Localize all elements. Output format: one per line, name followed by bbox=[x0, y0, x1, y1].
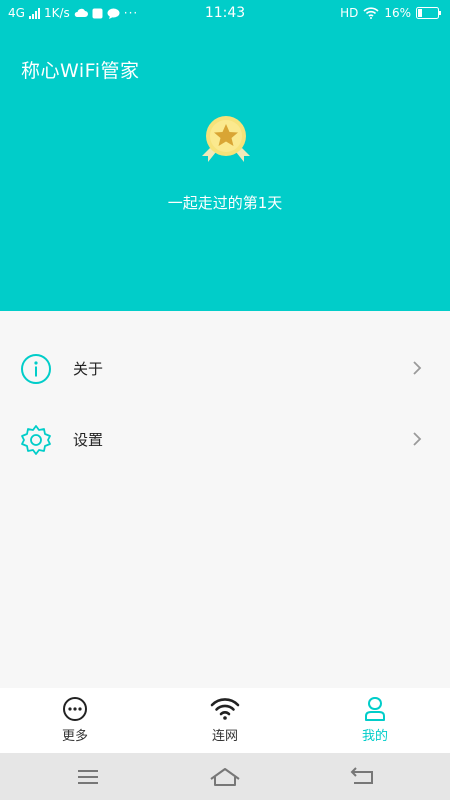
home-icon[interactable] bbox=[205, 763, 245, 791]
wifi-icon bbox=[210, 698, 240, 720]
bottom-tab-bar: 更多 连网 我的 bbox=[0, 688, 450, 753]
battery-icon bbox=[416, 7, 441, 19]
menu-item-settings[interactable]: 设置 bbox=[0, 404, 450, 475]
info-icon bbox=[21, 354, 51, 384]
tab-more[interactable]: 更多 bbox=[0, 688, 150, 753]
hd-indicator: HD bbox=[340, 6, 359, 20]
menu-item-label: 设置 bbox=[73, 431, 104, 449]
battery-percent: 16% bbox=[384, 6, 411, 20]
user-icon bbox=[365, 697, 385, 721]
wifi-status-icon bbox=[363, 7, 379, 19]
menu-item-label: 关于 bbox=[73, 360, 104, 378]
app-title: 称心WiFi管家 bbox=[21, 60, 140, 82]
status-bar: 4G 1K/s ··· 11:43 HD 16% bbox=[0, 0, 450, 28]
system-nav-bar bbox=[0, 753, 450, 800]
tab-label: 更多 bbox=[61, 729, 88, 744]
tab-mine[interactable]: 我的 bbox=[300, 688, 450, 753]
menu-list: 关于 设置 bbox=[0, 333, 450, 475]
gear-icon bbox=[21, 425, 51, 455]
chevron-right-icon bbox=[413, 361, 422, 375]
days-together-text: 一起走过的第1天 bbox=[167, 194, 283, 212]
tab-label: 连网 bbox=[211, 729, 238, 744]
chevron-right-icon bbox=[413, 432, 422, 446]
tab-connect[interactable]: 连网 bbox=[150, 688, 300, 753]
medal-icon bbox=[202, 116, 250, 162]
tab-label: 我的 bbox=[361, 729, 388, 744]
more-dots-icon bbox=[63, 697, 87, 721]
menu-icon[interactable] bbox=[68, 763, 108, 791]
profile-header: 4G 1K/s ··· 11:43 HD 16% 称心WiFi管家 一起走过的第… bbox=[0, 0, 450, 311]
back-icon[interactable] bbox=[342, 763, 382, 791]
menu-item-about[interactable]: 关于 bbox=[0, 333, 450, 404]
